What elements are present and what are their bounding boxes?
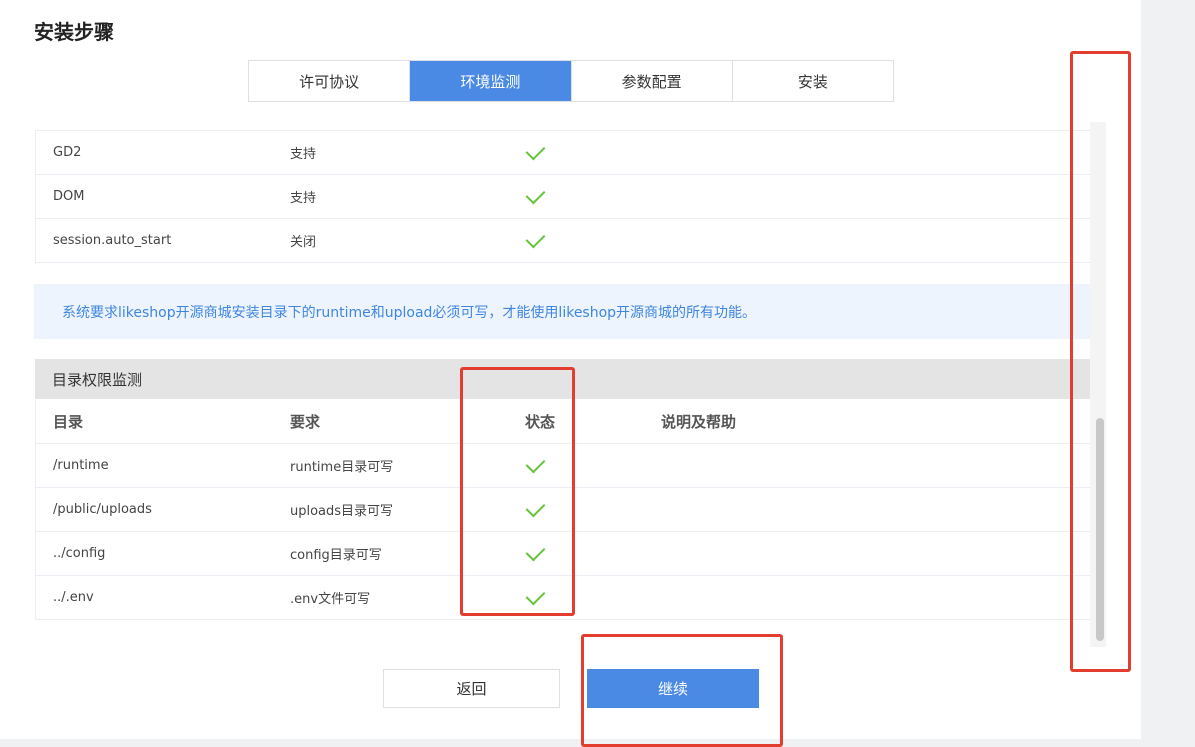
dir-path: /public/uploads [53, 502, 152, 517]
tab-parameter-config[interactable]: 参数配置 [571, 61, 733, 101]
permission-notice: 系统要求likeshop开源商城安装目录下的runtime和upload必须可写… [34, 284, 1090, 339]
scrollbar-thumb[interactable] [1096, 418, 1104, 641]
directory-section-title: 目录权限监测 [35, 359, 1090, 399]
env-item-status [508, 140, 644, 161]
check-icon [525, 585, 546, 606]
table-row: ../.env .env文件可写 [36, 576, 1091, 620]
table-row: GD2 支持 [36, 131, 1091, 175]
check-icon [525, 541, 546, 562]
dir-status [508, 453, 644, 474]
table-row: ../config config目录可写 [36, 532, 1091, 576]
dir-status [508, 585, 644, 606]
env-item-status [508, 184, 644, 205]
table-row: /public/uploads uploads目录可写 [36, 488, 1091, 532]
dir-path: /runtime [53, 458, 109, 473]
tab-environment-check[interactable]: 环境监测 [410, 61, 572, 101]
check-icon [525, 497, 546, 518]
tab-install[interactable]: 安装 [732, 61, 893, 101]
env-item-name: GD2 [53, 145, 82, 160]
env-item-name: session.auto_start [53, 233, 172, 248]
dir-status [508, 497, 644, 518]
column-header-requirement: 要求 [290, 413, 321, 431]
check-icon [525, 184, 546, 205]
dir-requirement: config目录可写 [290, 548, 382, 563]
table-header-row: 目录 要求 状态 说明及帮助 [36, 400, 1091, 444]
env-item-value: 支持 [290, 147, 317, 162]
step-tabs: 许可协议 环境监测 参数配置 安装 [248, 60, 894, 102]
check-icon [525, 140, 546, 161]
dir-requirement: runtime目录可写 [290, 460, 394, 475]
check-icon [525, 453, 546, 474]
env-item-value: 关闭 [290, 235, 317, 250]
directory-permission-table: 目录 要求 状态 说明及帮助 /runtime runtime目录可写 /pub… [35, 400, 1091, 620]
dir-path: ../.env [53, 590, 94, 605]
check-icon [525, 228, 546, 249]
table-row: session.auto_start 关闭 [36, 219, 1091, 263]
back-button[interactable]: 返回 [383, 669, 560, 708]
dir-path: ../config [53, 546, 106, 561]
dir-status [508, 541, 644, 562]
env-item-status [508, 228, 644, 249]
column-header-status: 状态 [525, 413, 556, 431]
environment-check-table: GD2 支持 DOM 支持 session.auto_start 关闭 [35, 131, 1091, 264]
dir-requirement: uploads目录可写 [290, 504, 394, 519]
continue-button[interactable]: 继续 [587, 669, 759, 708]
page-gutter [1141, 0, 1195, 747]
dir-requirement: .env文件可写 [290, 592, 371, 607]
table-row: DOM 支持 [36, 175, 1091, 219]
page-title: 安装步骤 [34, 20, 114, 44]
column-header-dir: 目录 [53, 413, 84, 431]
table-row: /runtime runtime目录可写 [36, 444, 1091, 488]
tab-license[interactable]: 许可协议 [249, 61, 411, 101]
column-header-help: 说明及帮助 [661, 413, 737, 431]
page-bottom-strip [0, 739, 1141, 747]
env-item-name: DOM [53, 189, 85, 204]
env-item-value: 支持 [290, 191, 317, 206]
